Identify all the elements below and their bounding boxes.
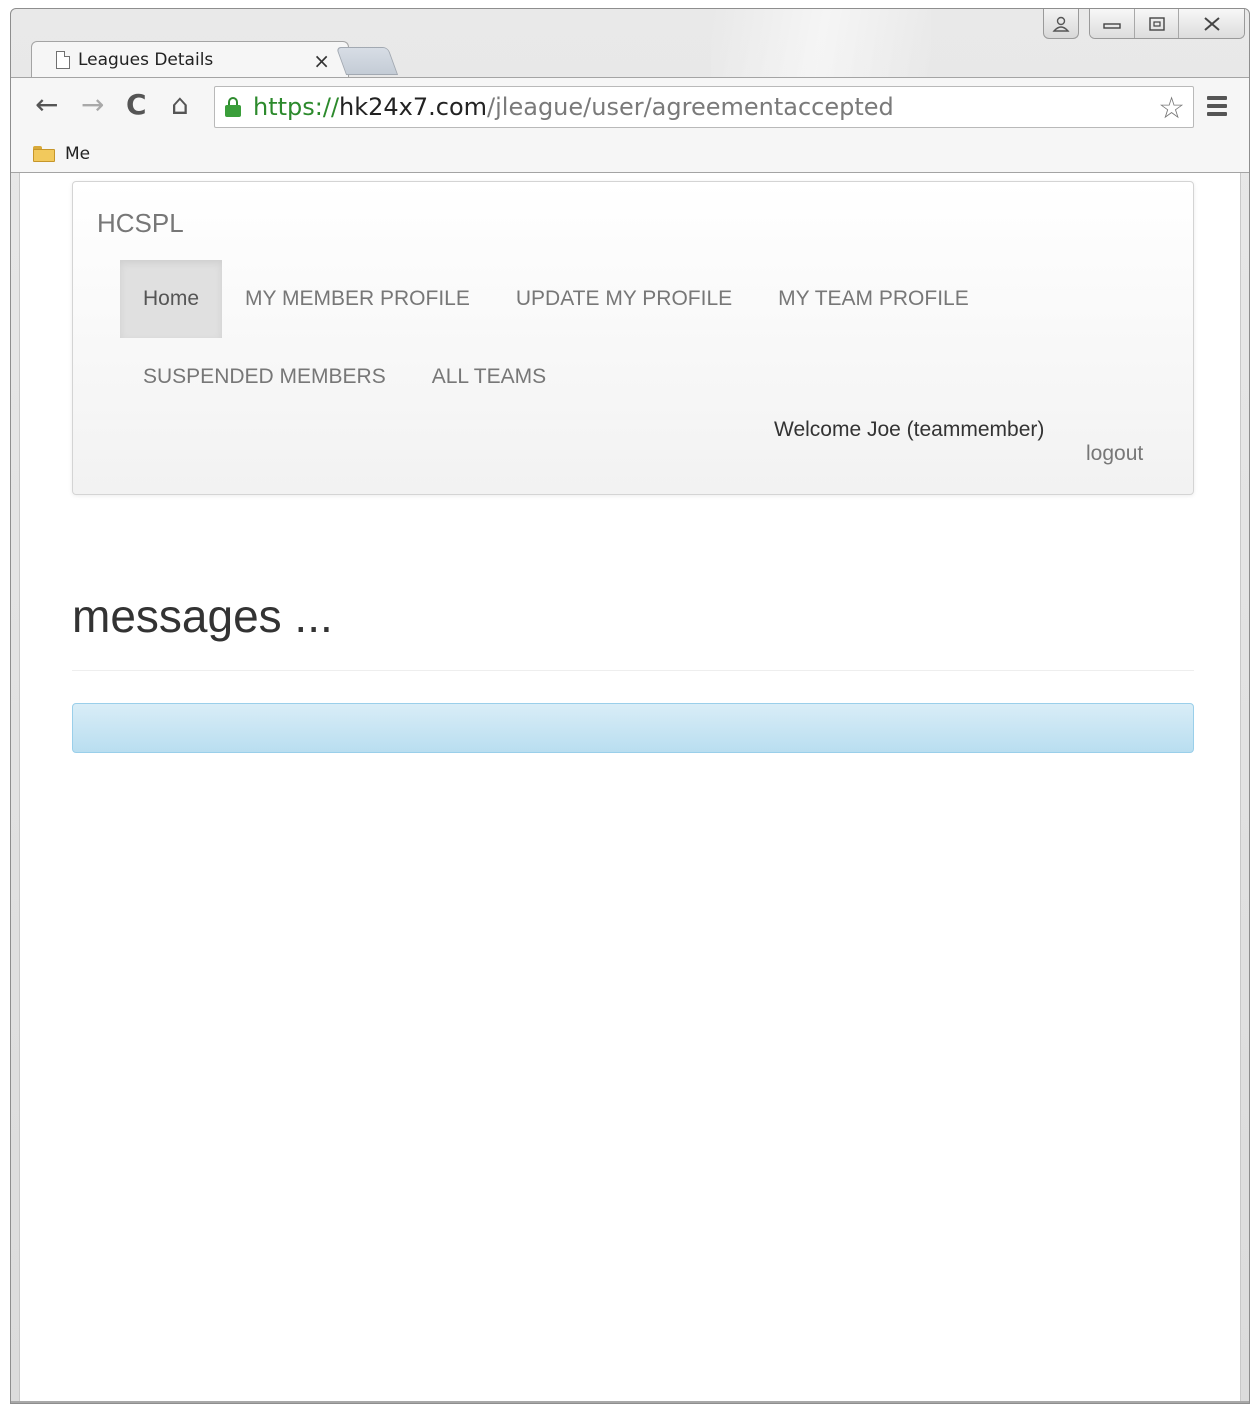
brand-name[interactable]: HCSPL: [97, 208, 184, 239]
bookmark-folder-me[interactable]: Me: [65, 144, 90, 164]
logout-link[interactable]: logout: [1086, 442, 1143, 466]
maximize-button[interactable]: [1134, 9, 1178, 38]
minimize-icon: [1103, 23, 1121, 29]
close-icon: [1203, 17, 1220, 31]
forward-arrow-icon[interactable]: →: [81, 90, 104, 120]
nav-item-suspended-members[interactable]: SUSPENDED MEMBERS: [120, 338, 409, 416]
nav-menu: Home MY MEMBER PROFILE UPDATE MY PROFILE…: [120, 260, 1120, 416]
nav-item-update-my-profile[interactable]: UPDATE MY PROFILE: [493, 260, 755, 338]
minimize-button[interactable]: [1090, 9, 1134, 38]
nav-item-home[interactable]: Home: [120, 260, 223, 338]
message-alert: [72, 703, 1194, 753]
document-icon: [56, 50, 70, 69]
browser-tab[interactable]: Leagues Details ×: [31, 41, 349, 77]
welcome-message: Welcome Joe (teammember): [774, 418, 1045, 441]
back-arrow-icon[interactable]: ←: [35, 90, 58, 120]
url-text: https://hk24x7.com/jleague/user/agreemen…: [253, 93, 894, 121]
lock-icon: [225, 97, 241, 117]
address-bar[interactable]: https://hk24x7.com/jleague/user/agreemen…: [214, 86, 1194, 128]
restore-icon: [1148, 17, 1165, 31]
nav-item-my-member-profile[interactable]: MY MEMBER PROFILE: [222, 260, 493, 338]
user-profile-button[interactable]: [1043, 9, 1079, 39]
heading-divider: [72, 670, 1194, 671]
bookmark-star-icon[interactable]: ☆: [1158, 91, 1185, 126]
site-navbar: HCSPL Home MY MEMBER PROFILE UPDATE MY P…: [72, 181, 1194, 495]
nav-item-all-teams[interactable]: ALL TEAMS: [409, 338, 569, 416]
browser-menu-icon[interactable]: [1207, 96, 1227, 120]
page-title: messages ...: [72, 590, 333, 642]
window-bottom-border: [11, 1401, 1249, 1403]
window-controls: [1043, 9, 1245, 39]
browser-toolbar: ← → C ⌂ https://hk24x7.com/jleague/user/…: [11, 77, 1249, 135]
user-icon: [1052, 16, 1070, 32]
tab-close-icon[interactable]: ×: [313, 49, 330, 73]
bookmarks-bar: Me: [11, 135, 1249, 173]
folder-icon: [33, 145, 55, 162]
page-viewport: HCSPL Home MY MEMBER PROFILE UPDATE MY P…: [19, 173, 1241, 1403]
tab-title: Leagues Details: [78, 49, 214, 70]
home-icon[interactable]: ⌂: [171, 90, 189, 120]
reload-icon[interactable]: C: [126, 90, 147, 120]
browser-window: Leagues Details × ← → C ⌂ https://hk24x7…: [10, 8, 1250, 1404]
nav-item-my-team-profile[interactable]: MY TEAM PROFILE: [755, 260, 992, 338]
new-tab-button[interactable]: [335, 47, 399, 75]
close-window-button[interactable]: [1178, 9, 1244, 38]
